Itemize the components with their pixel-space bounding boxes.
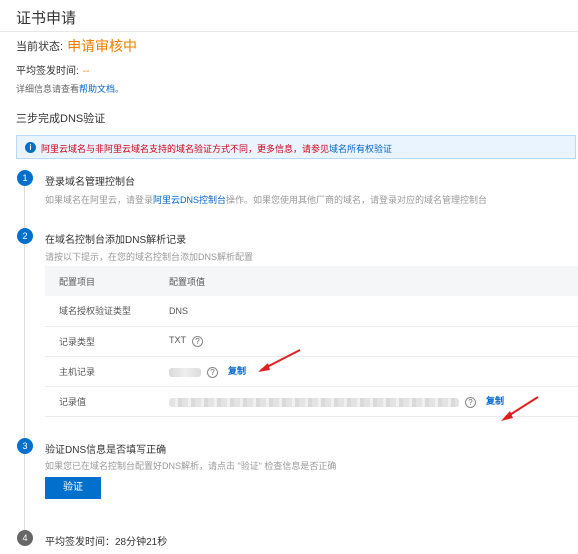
column-header: 配置项值 (155, 266, 578, 296)
table-header-row: 配置项目 配置项值 (45, 266, 578, 296)
step-3-desc: 如果您已在域名控制台配置好DNS解析，请点击 "验证" 检查信息是否正确 (45, 461, 337, 471)
step-1-desc-prefix: 如果域名在阿里云，请登录 (45, 195, 154, 205)
record-value-redacted (169, 397, 459, 407)
avg-time-label: 平均签发时间: (16, 66, 79, 77)
copy-host-record-button[interactable]: 复制 (228, 366, 246, 376)
question-icon[interactable]: ? (192, 335, 203, 347)
step-2-desc: 请按以下提示，在您的域名控制台添加DNS解析配置 (45, 252, 254, 262)
dns-record-table: 配置项目 配置项值 域名授权验证类型 DNS 记录类型 TXT? 主机记录 ? 复… (45, 266, 578, 417)
record-type-value: TXT (169, 335, 186, 346)
row-value: ? 复制 (155, 386, 578, 417)
help-suffix: 。 (115, 84, 125, 94)
step-1-desc-suffix: 操作。如果您使用其他厂商的域名，请登录对应的域名管理控制台 (226, 195, 488, 205)
step-3-badge: 3 (17, 438, 33, 454)
verify-button[interactable]: 验证 (45, 477, 101, 499)
help-text: 详细信息请查看帮助文档。 (16, 82, 124, 95)
info-icon: i (25, 142, 36, 153)
row-key: 域名授权验证类型 (45, 296, 155, 327)
notice-message: 阿里云域名与非阿里云域名支持的域名验证方式不同，更多信息，请参见 (41, 144, 330, 154)
table-row: 记录值 ? 复制 (45, 386, 578, 417)
step-2-title: 在域名控制台添加DNS解析记录 (45, 235, 187, 246)
step-1-badge: 1 (17, 170, 33, 186)
alidns-console-link[interactable]: 阿里云DNS控制台 (153, 195, 226, 205)
notice-text: 阿里云域名与非阿里云域名支持的域名验证方式不同，更多信息，请参见域名所有权验证 (41, 142, 392, 155)
step-connector (24, 244, 25, 438)
section-title: 三步完成DNS验证 (16, 113, 106, 125)
status-value: 申请审核中 (67, 38, 138, 54)
row-value: DNS (155, 296, 578, 327)
column-header: 配置项目 (45, 266, 155, 296)
current-status: 当前状态: 申请审核中 (16, 36, 137, 56)
step-4-title: 平均签发时间：28分钟21秒 (45, 537, 168, 548)
avg-time-value: -- (82, 66, 90, 77)
copy-record-value-button[interactable]: 复制 (486, 396, 504, 406)
table-row: 记录类型 TXT? (45, 326, 578, 357)
step-4-badge: 4 (17, 530, 33, 546)
step-connector (24, 454, 25, 530)
row-key: 主机记录 (45, 356, 155, 387)
table-row: 域名授权验证类型 DNS (45, 296, 578, 327)
step-connector (24, 186, 25, 228)
step-3-title: 验证DNS信息是否填写正确 (45, 445, 167, 456)
row-key: 记录类型 (45, 326, 155, 357)
row-value: ? 复制 (155, 356, 578, 387)
page-title: 证书申请 (16, 10, 77, 27)
page-header: 证书申请 (0, 0, 578, 32)
average-issue-time: 平均签发时间: -- (16, 62, 89, 77)
step-2-badge: 2 (17, 228, 33, 244)
question-icon[interactable]: ? (465, 396, 476, 408)
table-row: 主机记录 ? 复制 (45, 356, 578, 387)
question-icon[interactable]: ? (207, 366, 218, 378)
status-label: 当前状态: (16, 41, 64, 53)
help-doc-link[interactable]: 帮助文档 (79, 84, 115, 94)
row-key: 记录值 (45, 386, 155, 417)
row-value: TXT? (155, 326, 578, 357)
host-record-redacted (169, 367, 201, 377)
info-notice: i 阿里云域名与非阿里云域名支持的域名验证方式不同，更多信息，请参见域名所有权验… (16, 135, 576, 159)
domain-ownership-link[interactable]: 域名所有权验证 (329, 144, 392, 154)
help-prefix: 详细信息请查看 (16, 84, 80, 94)
step-1-title: 登录域名管理控制台 (45, 177, 135, 188)
step-1-desc: 如果域名在阿里云，请登录阿里云DNS控制台操作。如果您使用其他厂商的域名，请登录… (45, 193, 487, 206)
